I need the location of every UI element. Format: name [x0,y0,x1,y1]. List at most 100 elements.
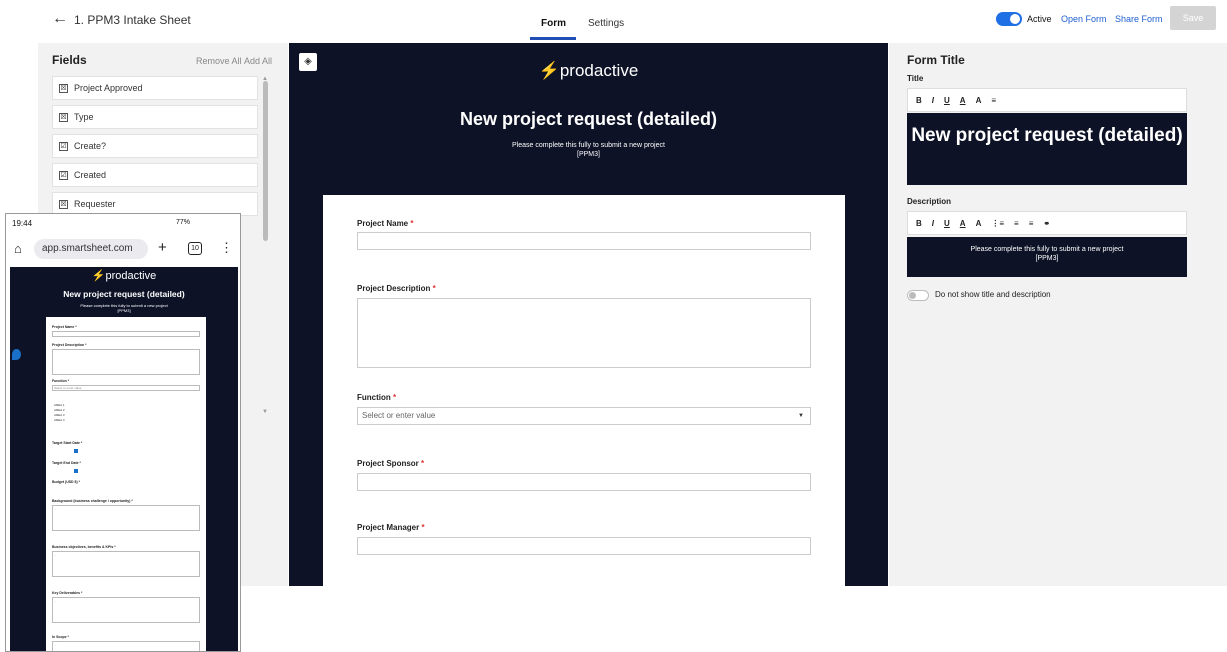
phone-label: Project Name * [52,325,77,329]
text-color-icon[interactable]: A [960,219,966,228]
phone-textarea-placeholder: ... [54,553,57,557]
italic-icon[interactable]: I [932,96,934,105]
description-preview-line: [PPM3] [1035,255,1059,262]
highlight-icon[interactable]: A [976,219,982,228]
phone-textarea[interactable] [52,551,200,577]
underline-icon[interactable]: U [944,219,950,228]
open-form-link[interactable]: Open Form [1061,14,1107,24]
required-marker: * [432,284,436,293]
highlight-icon[interactable]: A [976,96,982,105]
question-label[interactable]: Project Manager * [357,523,425,532]
save-button[interactable]: Save [1170,6,1216,30]
phone-dropdown-option[interactable]: AREA 4 [54,418,65,422]
question-label[interactable]: Function * [357,393,396,402]
hide-title-toggle[interactable] [907,290,929,301]
scroll-down-icon[interactable]: ▼ [262,409,268,415]
field-label: Type [74,112,94,122]
tabs-count-icon[interactable]: 10 [188,242,202,255]
back-arrow-icon[interactable]: ← [52,10,68,28]
form-description-line: Please complete this fully to submit a n… [512,142,665,149]
question-label-text: Project Description [357,284,431,293]
touch-indicator [12,349,21,360]
question-label[interactable]: Project Sponsor * [357,459,424,468]
field-item[interactable]: ☑ Create? [52,134,258,158]
phone-form-body: Project Name * Project Description * Fun… [46,317,206,651]
field-label: Requester [74,199,116,209]
remove-all-button[interactable]: Remove All [196,56,242,66]
project-sponsor-input[interactable] [357,473,811,491]
phone-label: Business objectives, benefits & KPIs * [52,545,116,549]
project-name-input[interactable] [357,232,811,250]
form-description[interactable]: Please complete this fully to submit a n… [289,141,888,159]
field-item[interactable]: ☑ Created [52,163,258,187]
phone-dropdown-option[interactable]: AREA 1 [54,403,65,407]
field-item[interactable]: ☒ Type [52,105,258,129]
phone-input[interactable] [52,331,200,337]
phone-label: Key Deliverables * [52,591,83,595]
url-bar[interactable]: app.smartsheet.com [34,239,148,259]
home-icon[interactable]: ⌂ [14,241,22,256]
numbered-list-icon[interactable]: ⋮≡ [991,219,1004,228]
tab-settings[interactable]: Settings [588,18,624,29]
dropdown-arrow-icon[interactable]: ▼ [798,408,804,424]
fields-scrollbar[interactable] [263,81,268,241]
align-icon[interactable]: ≡ [991,96,996,105]
phone-screenshot-overlay: 19:44 77% ⌂ app.smartsheet.com + 10 ⋮ ⚡p… [5,213,241,652]
phone-label: Target Start Date * [52,441,83,445]
form-canvas: ◈ ⚡prodactive New project request (detai… [289,43,888,586]
bold-icon[interactable]: B [916,96,922,105]
title-preview[interactable]: New project request (detailed) [907,113,1187,185]
align-icon[interactable]: ≡ [1029,219,1034,228]
phone-form-canvas: ⚡prodactive New project request (detaile… [10,267,238,651]
phone-calendar-icon[interactable] [74,449,78,453]
form-title-panel: Form Title Title B I U A A ≡ New project… [889,43,1227,586]
active-toggle[interactable] [996,12,1022,26]
phone-label: Project Description * [52,343,87,347]
phone-description: Please complete this fully to submit a n… [10,303,238,313]
share-form-link[interactable]: Share Form [1115,14,1163,24]
title-format-toolbar: B I U A A ≡ [907,88,1187,112]
field-label: Created [74,170,107,180]
phone-description-line: [PPM3] [117,308,131,313]
phone-textarea[interactable] [52,505,200,531]
link-icon[interactable]: ⚭ [1043,219,1050,228]
phone-calendar-icon[interactable] [74,469,78,473]
italic-icon[interactable]: I [932,219,934,228]
top-bar: ← 1. PPM3 Intake Sheet Form Settings Act… [0,0,1227,42]
battery-status: 77% [176,219,191,226]
phone-textarea[interactable] [52,349,200,375]
project-manager-input[interactable] [357,537,811,555]
hide-title-label: Do not show title and description [935,290,1051,299]
phone-textarea[interactable] [52,641,200,651]
question-label[interactable]: Project Name * [357,219,414,228]
description-preview[interactable]: Please complete this fully to submit a n… [907,237,1187,277]
phone-label: Function * [52,379,70,383]
text-color-icon[interactable]: A [960,96,966,105]
project-description-textarea[interactable] [357,298,811,368]
underline-icon[interactable]: U [944,96,950,105]
field-type-icon: ☑ [59,141,68,151]
phone-dropdown-placeholder: Select or enter value [54,386,82,390]
phone-label: Budget (USD $) * [52,480,80,484]
bold-icon[interactable]: B [916,219,922,228]
bullet-list-icon[interactable]: ≡ [1014,219,1019,228]
form-heading[interactable]: New project request (detailed) [289,109,888,130]
more-menu-icon[interactable]: ⋮ [220,240,233,256]
status-time: 19:44 [12,219,33,228]
form-logo: ⚡prodactive [538,61,639,80]
phone-dropdown-option[interactable]: AREA 2 [54,408,65,412]
add-all-button[interactable]: Add All [244,56,272,66]
field-label: Create? [74,141,107,151]
function-dropdown[interactable]: Select or enter value ▼ [357,407,811,425]
field-type-icon: ☒ [59,83,68,93]
new-tab-icon[interactable]: + [158,239,167,256]
question-label[interactable]: Project Description * [357,284,436,293]
field-type-icon: ☒ [59,199,68,209]
question-label-text: Project Name [357,219,409,228]
dropdown-placeholder: Select or enter value [362,411,436,420]
tab-form[interactable]: Form [541,18,566,29]
phone-textarea[interactable] [52,597,200,623]
phone-dropdown-option[interactable]: AREA 3 [54,413,65,417]
field-item[interactable]: ☒ Project Approved [52,76,258,100]
phone-logo: ⚡prodactive [91,270,157,282]
